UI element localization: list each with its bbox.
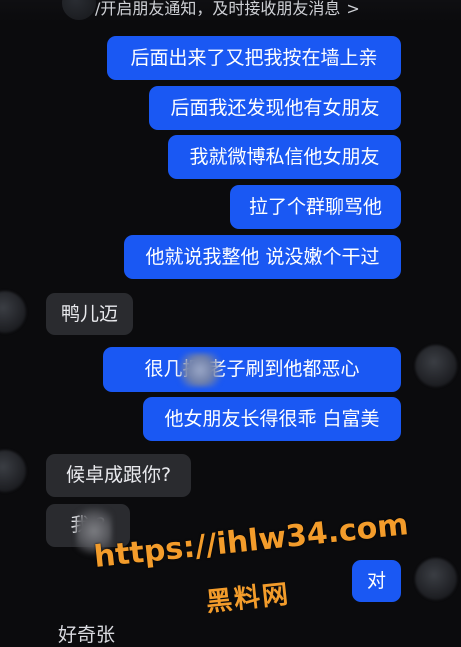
message-text: 候卓成跟你? [65,464,172,486]
message-bubble-incoming[interactable]: 候卓成跟你? [46,454,191,497]
message-text: 对 [366,569,386,592]
message-bubble-outgoing[interactable]: 后面我还发现他有女朋友 [149,86,401,130]
own-avatar[interactable] [415,345,457,387]
notification-label: /开启朋友通知，及时接收朋友消息 [95,0,341,18]
message-text: 后面我还发现他有女朋友 [170,96,380,119]
message-text: 我就微博私信他女朋友 [189,145,380,168]
message-bubble-outgoing[interactable]: 很几把 老子刷到他都恶心 [103,347,401,392]
notification-banner[interactable]: /开启朋友通知，及时接收朋友消息 > [0,0,461,22]
avatar [62,0,96,20]
message-text: 拉了个群聊骂他 [248,195,382,218]
notification-text[interactable]: /开启朋友通知，及时接收朋友消息 > [95,0,360,19]
message-bubble-outgoing[interactable]: 拉了个群聊骂他 [230,185,401,229]
contact-avatar[interactable] [0,291,26,333]
watermark-name: 黑料网 [204,579,292,619]
own-avatar[interactable] [415,558,457,600]
message-text: 他女朋友长得很乖 白富美 [164,407,380,430]
message-bubble-incoming[interactable]: 鸭儿迈 [46,293,133,335]
message-bubble-outgoing[interactable]: 对 [352,560,401,602]
message-bubble-outgoing[interactable]: 他就说我整他 说没嫩个干过 [124,235,401,279]
partial-message-text: 好奇张 [58,624,116,646]
chevron-right-icon: > [346,0,360,18]
message-text: 鸭儿迈 [60,302,118,325]
contact-avatar[interactable] [0,450,26,492]
message-bubble-outgoing[interactable]: 我就微博私信他女朋友 [168,135,401,179]
redaction-blur [176,353,224,387]
message-bubble-outgoing[interactable]: 他女朋友长得很乖 白富美 [143,397,401,441]
message-bubble-outgoing[interactable]: 后面出来了又把我按在墙上亲 [107,36,401,80]
message-text: 后面出来了又把我按在墙上亲 [130,46,378,69]
message-text: 他就说我整他 说没嫩个干过 [145,245,380,268]
